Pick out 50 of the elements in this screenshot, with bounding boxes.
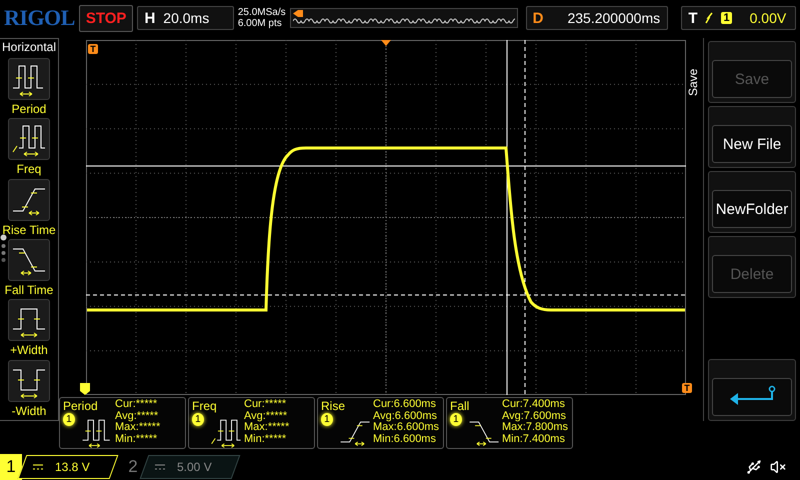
menu-title: Save xyxy=(686,68,700,96)
softkey-button[interactable]: NewFolder xyxy=(708,171,796,233)
trigger-marker: T xyxy=(88,44,98,54)
measurement-reading: Min:***** xyxy=(244,434,288,445)
rising-edge-icon xyxy=(705,12,714,24)
softkey-button[interactable]: New File xyxy=(708,106,796,168)
trigger-panel: T 1 0.00V xyxy=(681,6,796,30)
trigger-position-icon xyxy=(381,40,391,46)
sample-rate: 25.0MSa/s xyxy=(238,7,286,18)
measurement-reading: Cur:7.400ms xyxy=(502,399,566,410)
timebase-panel: H 20.0ms xyxy=(137,6,234,30)
measurement-reading: Cur:***** xyxy=(115,399,158,410)
measurement-reading: Avg:***** xyxy=(115,410,158,422)
measurement-reading: Min:***** xyxy=(115,434,158,445)
run-stop-status: STOP xyxy=(78,4,134,32)
channel-number[interactable]: 1 xyxy=(0,454,22,480)
measurement-reading: Cur:6.600ms xyxy=(373,399,437,410)
measurement-reading: Min:7.400ms xyxy=(502,434,566,445)
channel-offset-marker-icon xyxy=(80,383,90,395)
channel-badge: 1 xyxy=(192,413,204,426)
usb-icon xyxy=(746,459,762,475)
channel-badge: 1 xyxy=(450,413,462,426)
measurement-reading: Max:7.800ms xyxy=(502,422,568,434)
measurement-name: Fall xyxy=(450,399,470,413)
measurement-reading: Cur:***** xyxy=(244,399,288,410)
page-indicator-icon xyxy=(0,234,7,264)
dc-coupling-icon xyxy=(33,464,43,470)
dc-coupling-icon xyxy=(155,464,165,470)
channel-badge: 1 xyxy=(321,413,333,426)
back-button[interactable] xyxy=(708,359,796,421)
measurement-name: Rise xyxy=(321,399,346,413)
measurement-reading: Avg:***** xyxy=(244,410,288,422)
measurement-reading: Max:***** xyxy=(244,422,290,434)
brand-logo: RIGOL xyxy=(4,5,75,31)
measurement-reading: Max:6.600ms xyxy=(373,422,440,434)
measurement-name: Freq xyxy=(192,399,218,413)
channel-scale: 5.00 V xyxy=(140,455,240,479)
channel-badge: 1 xyxy=(63,413,75,426)
measurement-reading: Avg:6.600ms xyxy=(373,410,438,422)
memory-depth: 6.00M pts xyxy=(238,18,283,29)
measurement-reading: Min:6.600ms xyxy=(373,434,437,445)
waveform-overview-icon xyxy=(292,17,515,25)
trigger-level-marker: T xyxy=(682,383,692,393)
measurement-reading: Max:***** xyxy=(115,422,160,434)
trigger-position-icon xyxy=(292,10,303,17)
measurement-reading: Avg:7.600ms xyxy=(502,410,566,422)
menu-title: Horizontal xyxy=(2,40,56,54)
mute-icon xyxy=(770,459,786,475)
delay-panel: D 235.200000ms xyxy=(526,6,668,30)
measurement-name: Period xyxy=(63,399,99,413)
